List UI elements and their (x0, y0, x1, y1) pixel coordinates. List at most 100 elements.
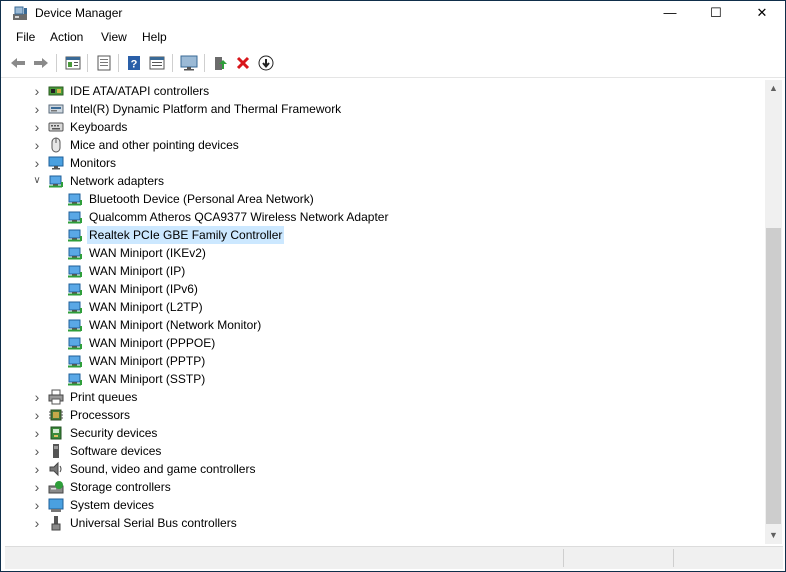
vertical-scrollbar[interactable]: ▲ ▼ (765, 80, 782, 544)
network-adapter-icon (68, 301, 82, 314)
tree-node[interactable]: WAN Miniport (PPPOE) (5, 334, 745, 352)
scroll-up-icon[interactable]: ▲ (765, 80, 782, 97)
software-device-icon (53, 444, 59, 458)
maximize-button[interactable]: ☐ (693, 1, 739, 25)
tree-node-label: Realtek PCIe GBE Family Controller (87, 226, 285, 244)
back-button[interactable] (9, 54, 27, 72)
tree-node[interactable]: › System devices (5, 496, 745, 514)
usb-icon (51, 516, 61, 531)
network-adapter-icon (68, 319, 82, 332)
toolbar-separator (56, 54, 57, 72)
chevron-right-icon[interactable]: › (32, 442, 42, 460)
maximize-icon: ☐ (710, 5, 722, 20)
tree-node[interactable]: WAN Miniport (IKEv2) (5, 244, 745, 262)
menu-bar: File Action View Help (1, 27, 785, 49)
tree-node-label: Bluetooth Device (Personal Area Network) (89, 192, 314, 206)
tree-node[interactable]: › Software devices (5, 442, 745, 460)
tree-node[interactable]: WAN Miniport (IP) (5, 262, 745, 280)
tree-node-label: WAN Miniport (PPTP) (89, 354, 206, 368)
chevron-right-icon[interactable]: › (32, 478, 42, 496)
network-adapter-icon (68, 373, 82, 386)
update-driver-button[interactable] (211, 54, 229, 72)
tree-node[interactable]: › Sound, video and game controllers (5, 460, 745, 478)
tree-node[interactable]: › Intel(R) Dynamic Platform and Thermal F… (5, 100, 745, 118)
tree-node[interactable]: WAN Miniport (SSTP) (5, 370, 745, 388)
chevron-right-icon[interactable]: › (32, 496, 42, 514)
scrollbar-thumb[interactable] (766, 228, 781, 524)
chevron-down-icon[interactable]: ∨ (32, 172, 42, 190)
chevron-right-icon[interactable]: › (32, 100, 42, 118)
tree-node[interactable]: Qualcomm Atheros QCA9377 Wireless Networ… (5, 208, 745, 226)
network-adapter-icon (68, 265, 82, 278)
tree-node-label: Network adapters (70, 174, 165, 188)
storage-controller-icon (48, 481, 64, 494)
tree-node[interactable]: WAN Miniport (L2TP) (5, 298, 745, 316)
chevron-right-icon[interactable]: › (32, 514, 42, 532)
disable-device-button[interactable] (257, 54, 275, 72)
network-adapter-icon (68, 229, 82, 242)
processor-icon (49, 409, 63, 421)
toolbar: ? (1, 49, 785, 78)
tree-node[interactable]: WAN Miniport (PPTP) (5, 352, 745, 370)
tree-node[interactable]: ∨ Network adapters (5, 172, 745, 190)
tree-node[interactable]: WAN Miniport (Network Monitor) (5, 316, 745, 334)
chevron-right-icon[interactable]: › (32, 118, 42, 136)
tree-node[interactable]: › Monitors (5, 154, 745, 172)
tree-node[interactable]: › Mice and other pointing devices (5, 136, 745, 154)
ide-controller-icon (48, 86, 64, 96)
menu-file[interactable]: File (14, 30, 37, 44)
minimize-icon: — (663, 5, 677, 20)
network-adapter-icon (68, 355, 82, 368)
thermal-framework-icon (48, 104, 64, 114)
menu-view[interactable]: View (99, 30, 129, 44)
tree-node-label: WAN Miniport (SSTP) (89, 372, 206, 386)
network-adapter-icon (68, 247, 82, 260)
monitor-icon (48, 156, 64, 170)
device-tree[interactable]: › IDE ATA/ATAPI controllers › Intel(R) Dyna… (5, 80, 765, 542)
chevron-right-icon[interactable]: › (32, 82, 42, 100)
title-bar[interactable]: Device Manager — ☐ ✕ (1, 1, 785, 25)
tree-node-label: Sound, video and game controllers (70, 462, 256, 476)
tree-node[interactable]: › Security devices (5, 424, 745, 442)
status-separator (673, 549, 674, 567)
tree-node[interactable]: WAN Miniport (IPv6) (5, 280, 745, 298)
window-title: Device Manager (35, 6, 123, 20)
driver-button[interactable] (95, 54, 113, 72)
menu-help[interactable]: Help (140, 30, 169, 44)
forward-button[interactable] (32, 54, 50, 72)
scan-hardware-button[interactable] (180, 54, 198, 72)
tree-node[interactable]: › IDE ATA/ATAPI controllers (5, 82, 745, 100)
tree-node[interactable]: Bluetooth Device (Personal Area Network) (5, 190, 745, 208)
close-button[interactable]: ✕ (739, 1, 785, 25)
chevron-right-icon[interactable]: › (32, 406, 42, 424)
svg-text:?: ? (131, 59, 138, 71)
properties-button[interactable] (64, 54, 82, 72)
minimize-button[interactable]: — (647, 1, 693, 25)
uninstall-device-button[interactable] (234, 54, 252, 72)
chevron-right-icon[interactable]: › (32, 460, 42, 478)
tree-node[interactable]: › Universal Serial Bus controllers (5, 514, 745, 532)
system-device-icon (48, 498, 64, 512)
scroll-down-icon[interactable]: ▼ (765, 527, 782, 544)
network-adapter-icon (68, 193, 82, 206)
chevron-right-icon[interactable]: › (32, 424, 42, 442)
tree-node-label: Monitors (70, 156, 117, 170)
tree-node[interactable]: › Storage controllers (5, 478, 745, 496)
tree-node[interactable]: Realtek PCIe GBE Family Controller (5, 226, 745, 244)
speaker-icon (49, 461, 62, 477)
tree-node-label: WAN Miniport (Network Monitor) (89, 318, 262, 332)
tree-node-label: Print queues (70, 390, 138, 404)
chevron-right-icon[interactable]: › (32, 388, 42, 406)
printer-icon (48, 389, 64, 405)
chevron-right-icon[interactable]: › (32, 154, 42, 172)
chevron-right-icon[interactable]: › (32, 136, 42, 154)
network-adapter-icon (49, 175, 63, 188)
tree-node[interactable]: › Print queues (5, 388, 745, 406)
status-bar (5, 546, 783, 569)
tree-node[interactable]: › Keyboards (5, 118, 745, 136)
disable-icon (258, 55, 274, 71)
menu-action[interactable]: Action (48, 30, 85, 44)
view-button[interactable] (148, 54, 166, 72)
tree-node[interactable]: › Processors (5, 406, 745, 424)
help-button[interactable]: ? (125, 54, 143, 72)
